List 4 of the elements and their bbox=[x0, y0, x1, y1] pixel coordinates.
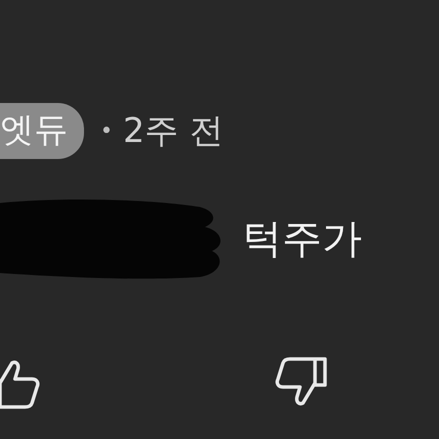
separator-dot: • bbox=[100, 118, 113, 144]
author-name[interactable]: 엣듀 bbox=[0, 103, 84, 159]
comment-time: 2주 전 bbox=[122, 110, 224, 153]
comment-text: 턱주가 bbox=[242, 214, 362, 264]
